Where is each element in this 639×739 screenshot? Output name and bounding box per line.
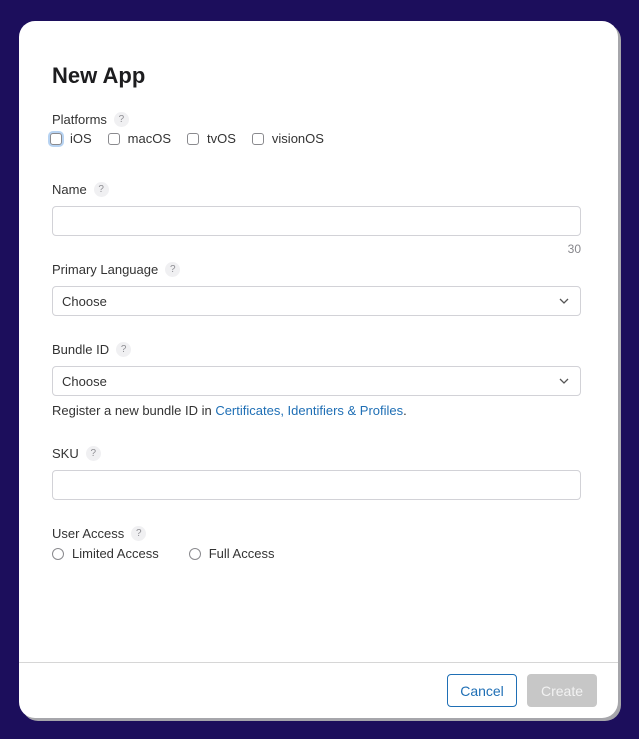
checkbox-icon[interactable] — [107, 132, 120, 145]
platform-tvos-checkbox[interactable]: tvOS — [187, 131, 236, 146]
bundle-id-label: Bundle ID — [52, 342, 110, 357]
create-button: Create — [527, 674, 597, 707]
platform-visionos-checkbox[interactable]: visionOS — [251, 131, 324, 146]
sku-input[interactable] — [52, 470, 581, 500]
name-help-icon[interactable]: ? — [93, 182, 109, 197]
user-access-help-icon[interactable]: ? — [131, 526, 147, 541]
limited-access-radio[interactable]: Limited Access — [52, 546, 159, 561]
certificates-link[interactable]: Certificates, Identifiers & Profiles — [215, 403, 403, 418]
chevron-down-icon — [559, 298, 569, 304]
select-value: Choose — [62, 373, 107, 389]
checkbox-label: visionOS — [271, 131, 324, 146]
bundle-id-label-row: Bundle ID ? — [52, 342, 132, 357]
platforms-checkbox-group: iOS macOS tvOS visionOS — [50, 131, 340, 146]
dialog-footer: Cancel Create — [19, 662, 618, 718]
chevron-down-icon — [559, 378, 569, 384]
sku-help-icon[interactable]: ? — [85, 446, 101, 461]
radio-label: Full Access — [208, 546, 275, 561]
name-char-counter: 30 — [567, 242, 581, 256]
primary-language-label: Primary Language — [52, 262, 159, 277]
checkbox-icon[interactable] — [50, 132, 62, 145]
platforms-help-icon[interactable]: ? — [113, 112, 129, 127]
select-value: Choose — [62, 293, 107, 309]
user-access-label: User Access — [52, 526, 125, 541]
bundle-id-hint: Register a new bundle ID in Certificates… — [52, 403, 407, 418]
cancel-button[interactable]: Cancel — [447, 674, 517, 707]
primary-language-select[interactable]: Choose — [52, 286, 581, 316]
hint-suffix: . — [403, 403, 407, 418]
radio-icon[interactable] — [188, 547, 201, 560]
checkbox-label: macOS — [127, 131, 172, 146]
platform-ios-checkbox[interactable]: iOS — [50, 131, 92, 146]
platforms-label: Platforms — [52, 112, 107, 127]
name-label-row: Name ? — [52, 182, 109, 197]
checkbox-icon[interactable] — [187, 132, 200, 145]
name-label: Name — [52, 182, 87, 197]
sku-label: SKU — [52, 446, 79, 461]
radio-icon[interactable] — [52, 547, 64, 560]
dialog-title: New App — [52, 63, 146, 88]
primary-language-label-row: Primary Language ? — [52, 262, 181, 277]
bundle-id-help-icon[interactable]: ? — [116, 342, 132, 357]
name-input[interactable] — [52, 206, 581, 236]
new-app-dialog: New App Platforms ? iOS macOS tvOS visio… — [19, 21, 618, 718]
platforms-label-row: Platforms ? — [52, 112, 129, 127]
checkbox-icon[interactable] — [251, 132, 264, 145]
sku-label-row: SKU ? — [52, 446, 101, 461]
checkbox-label: tvOS — [207, 131, 236, 146]
radio-label: Limited Access — [72, 546, 159, 561]
bundle-id-select[interactable]: Choose — [52, 366, 581, 396]
hint-text: Register a new bundle ID in — [52, 403, 216, 418]
platform-macos-checkbox[interactable]: macOS — [107, 131, 172, 146]
user-access-label-row: User Access ? — [52, 526, 147, 541]
checkbox-label: iOS — [70, 131, 92, 146]
primary-language-help-icon[interactable]: ? — [165, 262, 181, 277]
user-access-radio-group: Limited Access Full Access — [52, 546, 304, 561]
full-access-radio[interactable]: Full Access — [188, 546, 275, 561]
